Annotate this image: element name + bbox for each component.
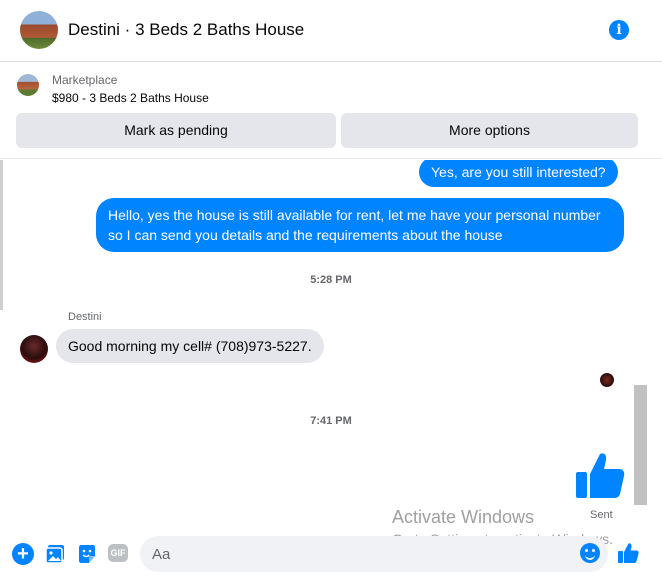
seen-indicator-avatar	[600, 373, 614, 387]
timestamp: 7:41 PM	[310, 415, 352, 427]
thread-scrollbar[interactable]	[634, 385, 647, 505]
activate-windows-watermark: Activate Windows	[392, 507, 535, 527]
left-edge-scrollbar[interactable]	[0, 160, 3, 310]
listing-title[interactable]: $980 - 3 Beds 2 Baths House	[52, 91, 209, 105]
mark-as-pending-button[interactable]: Mark as pending	[16, 113, 336, 148]
message-input[interactable]	[140, 536, 608, 572]
listing-avatar[interactable]	[20, 11, 58, 49]
marketplace-panel: Marketplace $980 - 3 Beds 2 Baths House …	[0, 63, 662, 159]
marketplace-label: Marketplace	[52, 73, 118, 87]
sticker-icon[interactable]	[76, 543, 98, 565]
message-composer: + GIF	[0, 532, 662, 576]
sender-avatar[interactable]	[20, 335, 48, 363]
gif-icon[interactable]: GIF	[108, 544, 128, 562]
thumbs-up-icon[interactable]	[574, 450, 626, 502]
conversation-title[interactable]: Destini · 3 Beds 2 Baths House	[68, 20, 304, 40]
more-options-button[interactable]: More options	[341, 113, 638, 148]
plus-icon[interactable]: +	[12, 543, 34, 565]
sender-name: Destini	[68, 311, 102, 323]
message-thread[interactable]: Yes, are you still interested? Hello, ye…	[0, 160, 662, 530]
listing-thumbnail[interactable]	[17, 74, 39, 96]
timestamp: 5:28 PM	[310, 274, 352, 286]
delivery-status: Sent	[590, 509, 613, 521]
incoming-message[interactable]: Good morning my cell# (708)973-5227.	[56, 329, 324, 363]
info-icon[interactable]: i	[609, 20, 629, 40]
like-icon[interactable]	[617, 542, 639, 564]
photo-icon[interactable]	[44, 543, 66, 565]
conversation-header: Destini · 3 Beds 2 Baths House i	[0, 0, 662, 62]
outgoing-message[interactable]: Yes, are you still interested?	[419, 160, 618, 187]
emoji-icon[interactable]	[580, 543, 600, 563]
outgoing-message[interactable]: Hello, yes the house is still available …	[96, 198, 624, 252]
